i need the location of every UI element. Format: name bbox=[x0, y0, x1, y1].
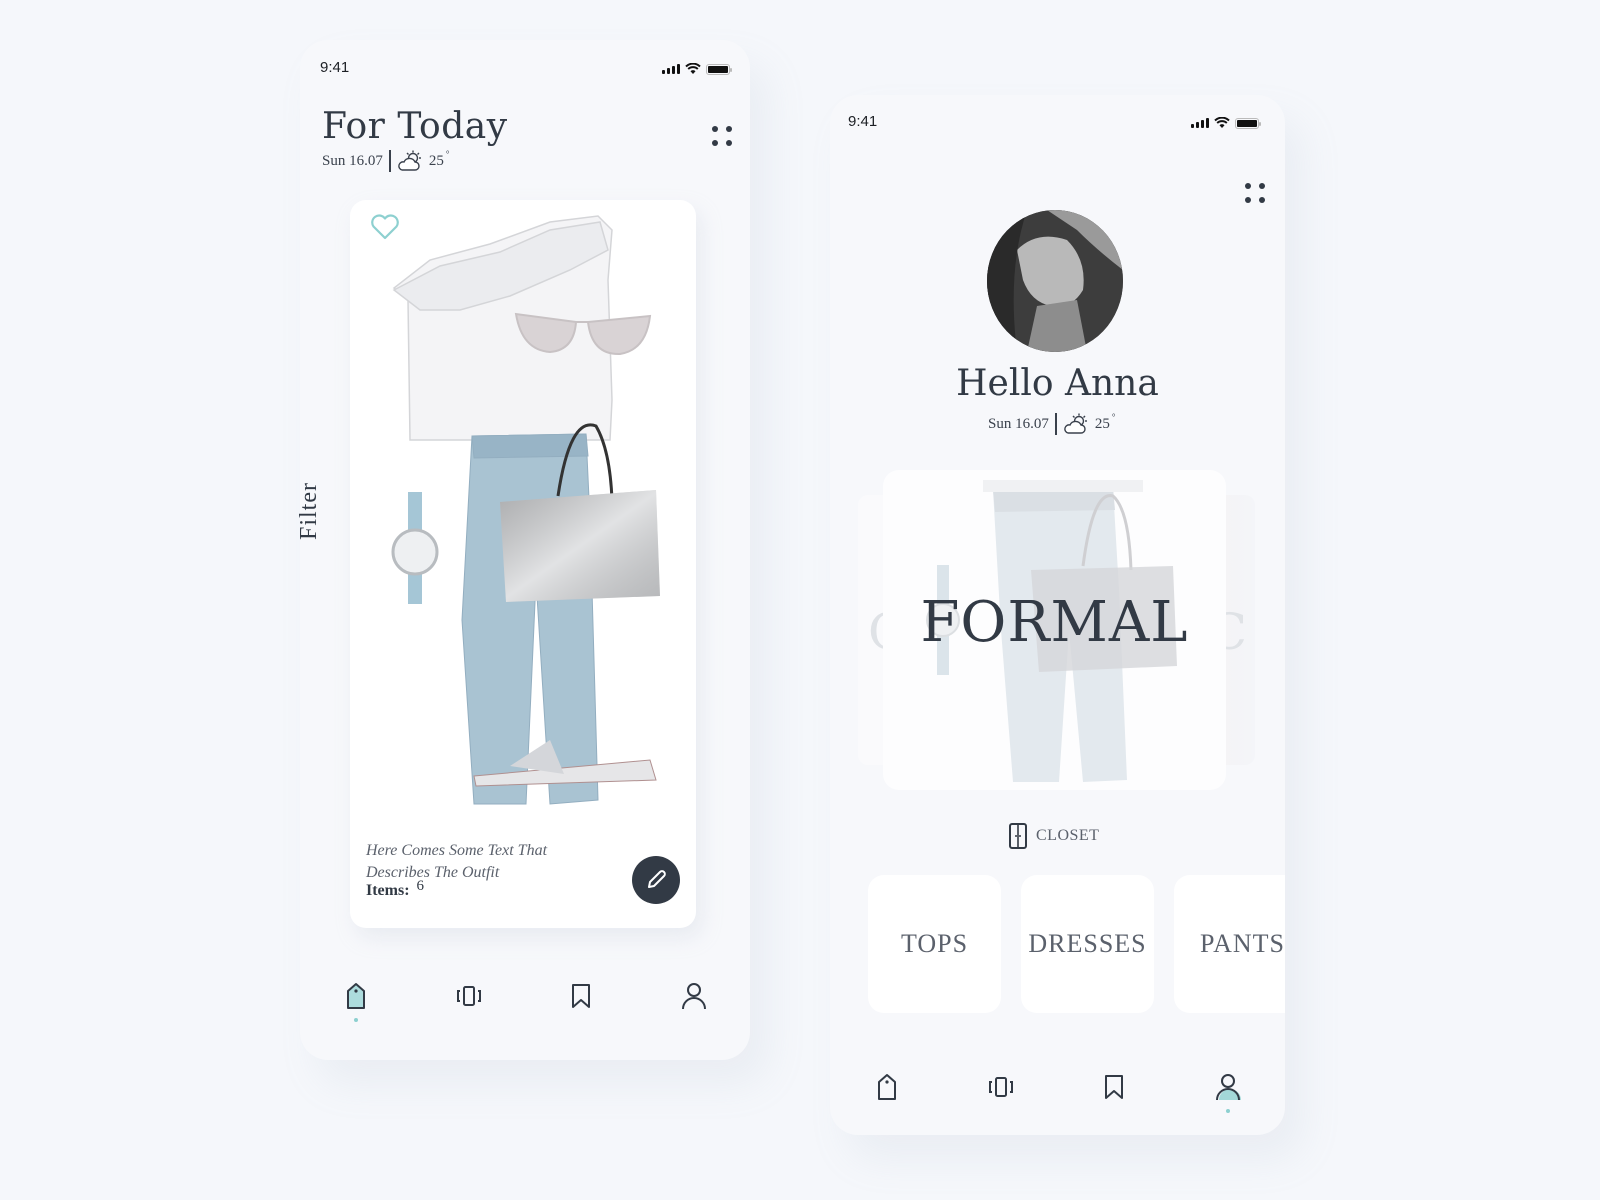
outfit-description: Here Comes Some Text That Describes The … bbox=[366, 842, 548, 881]
category-pants[interactable]: PANTS bbox=[1174, 875, 1285, 1013]
date-weather: Sun 16.07 25 ° bbox=[988, 412, 1116, 435]
pencil-icon bbox=[648, 870, 666, 888]
filter-toggle[interactable]: Filter bbox=[296, 482, 323, 540]
items-label: Items: bbox=[366, 882, 410, 899]
carousel-icon bbox=[988, 1077, 1013, 1097]
bookmark-icon bbox=[572, 984, 591, 1008]
dot bbox=[712, 126, 718, 132]
tab-profile[interactable] bbox=[674, 976, 714, 1016]
style-carousel[interactable]: CA IC FORMAL bbox=[830, 470, 1285, 790]
menu-button[interactable] bbox=[1245, 183, 1267, 205]
status-icons bbox=[1191, 117, 1261, 129]
items-number: 6 bbox=[416, 878, 425, 894]
dot bbox=[1245, 183, 1251, 189]
category-dresses[interactable]: DRESSES bbox=[1021, 875, 1154, 1013]
date-text: Sun 16.07 bbox=[988, 415, 1049, 432]
tag-icon bbox=[347, 983, 366, 1009]
favorite-button[interactable] bbox=[370, 214, 400, 245]
dot bbox=[726, 126, 732, 132]
wifi-icon bbox=[685, 63, 701, 74]
tab-saved[interactable] bbox=[561, 976, 601, 1016]
outfit-image bbox=[391, 215, 660, 805]
tab-outfits[interactable] bbox=[981, 1067, 1021, 1107]
date-text: Sun 16.07 bbox=[322, 152, 383, 169]
items-count: Items: 6 bbox=[366, 878, 424, 900]
status-bar: 9:41 bbox=[830, 95, 1285, 145]
degree-symbol: ° bbox=[445, 149, 450, 159]
greeting: Hello Anna bbox=[956, 363, 1159, 404]
partly-cloudy-icon bbox=[1064, 413, 1087, 434]
partly-cloudy-icon bbox=[398, 150, 421, 171]
dot bbox=[1259, 197, 1265, 203]
tab-tag[interactable] bbox=[336, 976, 376, 1022]
bookmark-icon bbox=[1105, 1075, 1124, 1099]
category-tops[interactable]: TOPS bbox=[868, 875, 1001, 1013]
status-time: 9:41 bbox=[320, 59, 350, 76]
dot bbox=[726, 140, 732, 146]
divider bbox=[388, 150, 391, 172]
signal-icon bbox=[1191, 118, 1209, 128]
tab-saved[interactable] bbox=[1094, 1067, 1134, 1107]
carousel-current-label: FORMAL bbox=[920, 590, 1189, 655]
status-time: 9:41 bbox=[848, 113, 878, 130]
status-icons bbox=[662, 63, 732, 75]
tab-outfits[interactable] bbox=[449, 976, 489, 1016]
tab-tag[interactable] bbox=[867, 1067, 907, 1107]
date-weather: Sun 16.07 25 ° bbox=[322, 149, 450, 172]
avatar[interactable] bbox=[987, 210, 1123, 352]
user-icon bbox=[681, 983, 706, 1010]
profile-screen: 9:41 Hello Anna Sun 16.07 25 ° CA bbox=[830, 95, 1285, 1135]
tag-icon bbox=[877, 1074, 896, 1100]
active-indicator bbox=[1226, 1109, 1231, 1113]
category-list: TOPS DRESSES PANTS bbox=[868, 875, 1285, 1015]
user-icon bbox=[1216, 1074, 1242, 1101]
today-screen: 9:41 For Today Sun 16.07 25 ° Filter Her… bbox=[296, 40, 750, 1060]
dot bbox=[1245, 197, 1251, 203]
outfit-card[interactable]: Here Comes Some Text That Describes The … bbox=[350, 200, 696, 928]
closet-label: CLOSET bbox=[1036, 827, 1100, 844]
status-bar: 9:41 bbox=[300, 40, 750, 90]
carousel-current-card[interactable]: FORMAL bbox=[883, 470, 1226, 790]
tab-profile[interactable] bbox=[1208, 1067, 1248, 1113]
degree-symbol: ° bbox=[1111, 412, 1116, 422]
heart-icon bbox=[371, 214, 399, 240]
battery-icon bbox=[1235, 117, 1261, 129]
closet-link[interactable]: CLOSET bbox=[1008, 822, 1099, 850]
temperature: 25 bbox=[428, 152, 444, 169]
battery-icon bbox=[706, 63, 732, 75]
signal-icon bbox=[662, 64, 680, 74]
ruffle-top bbox=[392, 215, 613, 441]
page-title: For Today bbox=[322, 106, 508, 147]
jeans bbox=[461, 433, 599, 805]
tab-bar bbox=[300, 976, 750, 1022]
temperature: 25 bbox=[1094, 415, 1110, 432]
divider bbox=[1054, 413, 1057, 435]
active-indicator bbox=[354, 1018, 359, 1022]
closet-icon bbox=[1009, 823, 1027, 849]
wifi-icon bbox=[1214, 117, 1230, 128]
dot bbox=[1259, 183, 1265, 189]
tab-bar bbox=[830, 1067, 1285, 1113]
watch bbox=[391, 492, 439, 604]
menu-button[interactable] bbox=[712, 126, 734, 148]
dot bbox=[712, 140, 718, 146]
carousel-icon bbox=[456, 986, 481, 1006]
avatar-photo bbox=[987, 210, 1123, 352]
edit-outfit-button[interactable] bbox=[632, 856, 680, 904]
